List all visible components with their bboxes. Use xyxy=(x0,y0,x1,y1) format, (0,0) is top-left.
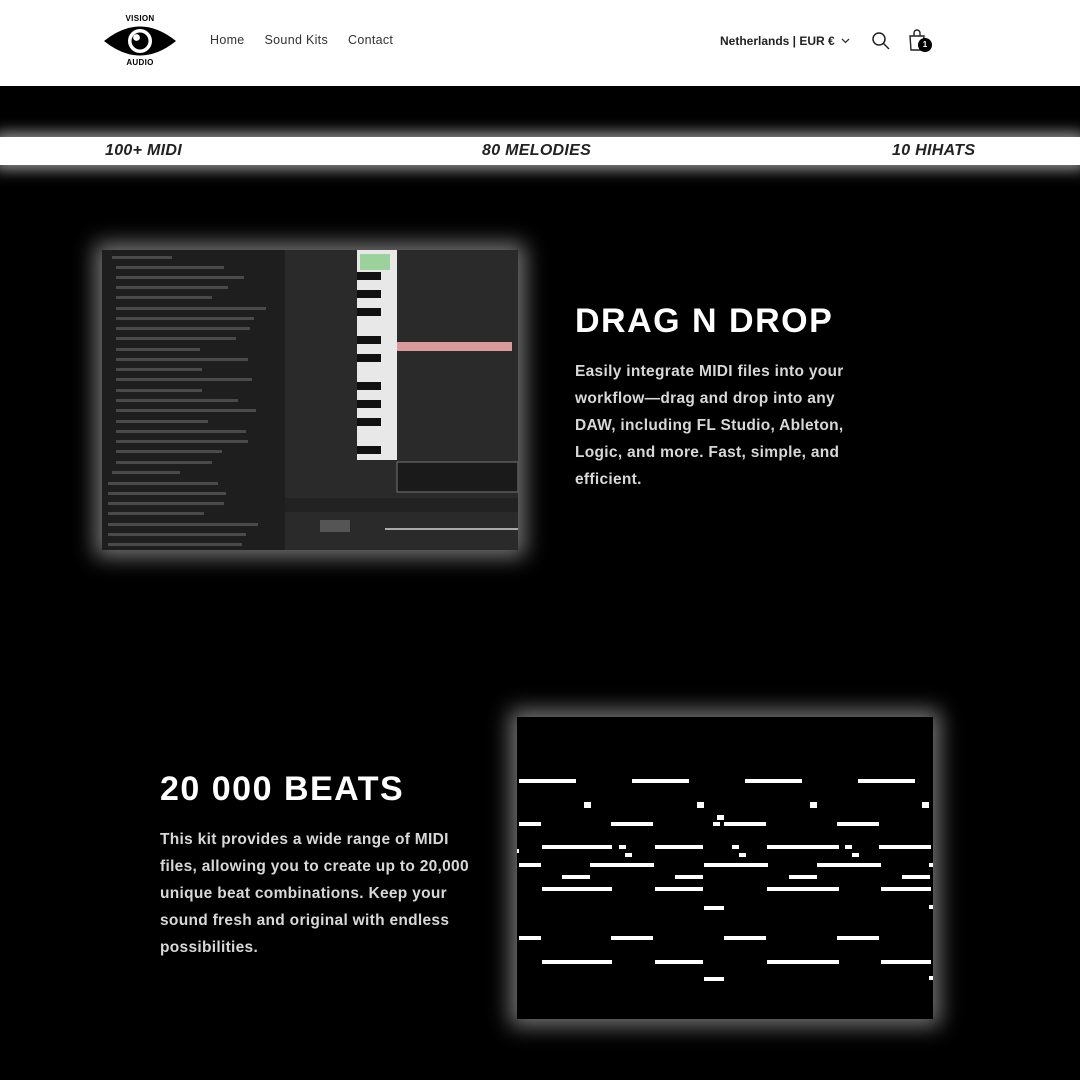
site-header: VISION AUDIO Home Sound Kits Contact Net… xyxy=(0,0,1080,86)
announcement-ticker: 100+ MIDI 80 MELODIES 10 HIHATS xyxy=(0,137,1080,165)
midi-pattern-graphic xyxy=(517,779,933,981)
nav-home-link[interactable]: Home xyxy=(210,33,245,47)
chevron-down-icon xyxy=(841,38,850,44)
ticker-item-midi: 100+ MIDI xyxy=(105,142,182,159)
brand-logo[interactable]: VISION AUDIO xyxy=(102,14,178,68)
feature-text-drag-n-drop: Easily integrate MIDI files into your wo… xyxy=(575,363,844,488)
search-icon[interactable] xyxy=(871,31,891,51)
nav-sound-kits-link[interactable]: Sound Kits xyxy=(265,33,328,47)
ticker-item-hihats: 10 HIHATS xyxy=(892,142,976,159)
feature-title-drag-n-drop: DRAG N DROP xyxy=(575,302,834,340)
feature-title-20000-beats: 20 000 BEATS xyxy=(160,770,405,808)
country-currency-selector[interactable]: Netherlands | EUR € xyxy=(720,34,850,48)
logo-bottom-text: AUDIO xyxy=(126,58,154,67)
daw-screenshot-graphic xyxy=(102,250,518,550)
locale-label: Netherlands | EUR € xyxy=(720,34,835,48)
midi-pattern-image xyxy=(517,717,933,1019)
ticker-item-melodies: 80 MELODIES xyxy=(482,142,592,159)
main-nav: Home Sound Kits Contact xyxy=(210,33,393,47)
cart-count-badge: 1 xyxy=(918,38,932,52)
feature-text-20000-beats: This kit provides a wide range of MIDI f… xyxy=(160,831,469,956)
nav-contact-link[interactable]: Contact xyxy=(348,33,393,47)
daw-screenshot-image xyxy=(102,250,518,550)
